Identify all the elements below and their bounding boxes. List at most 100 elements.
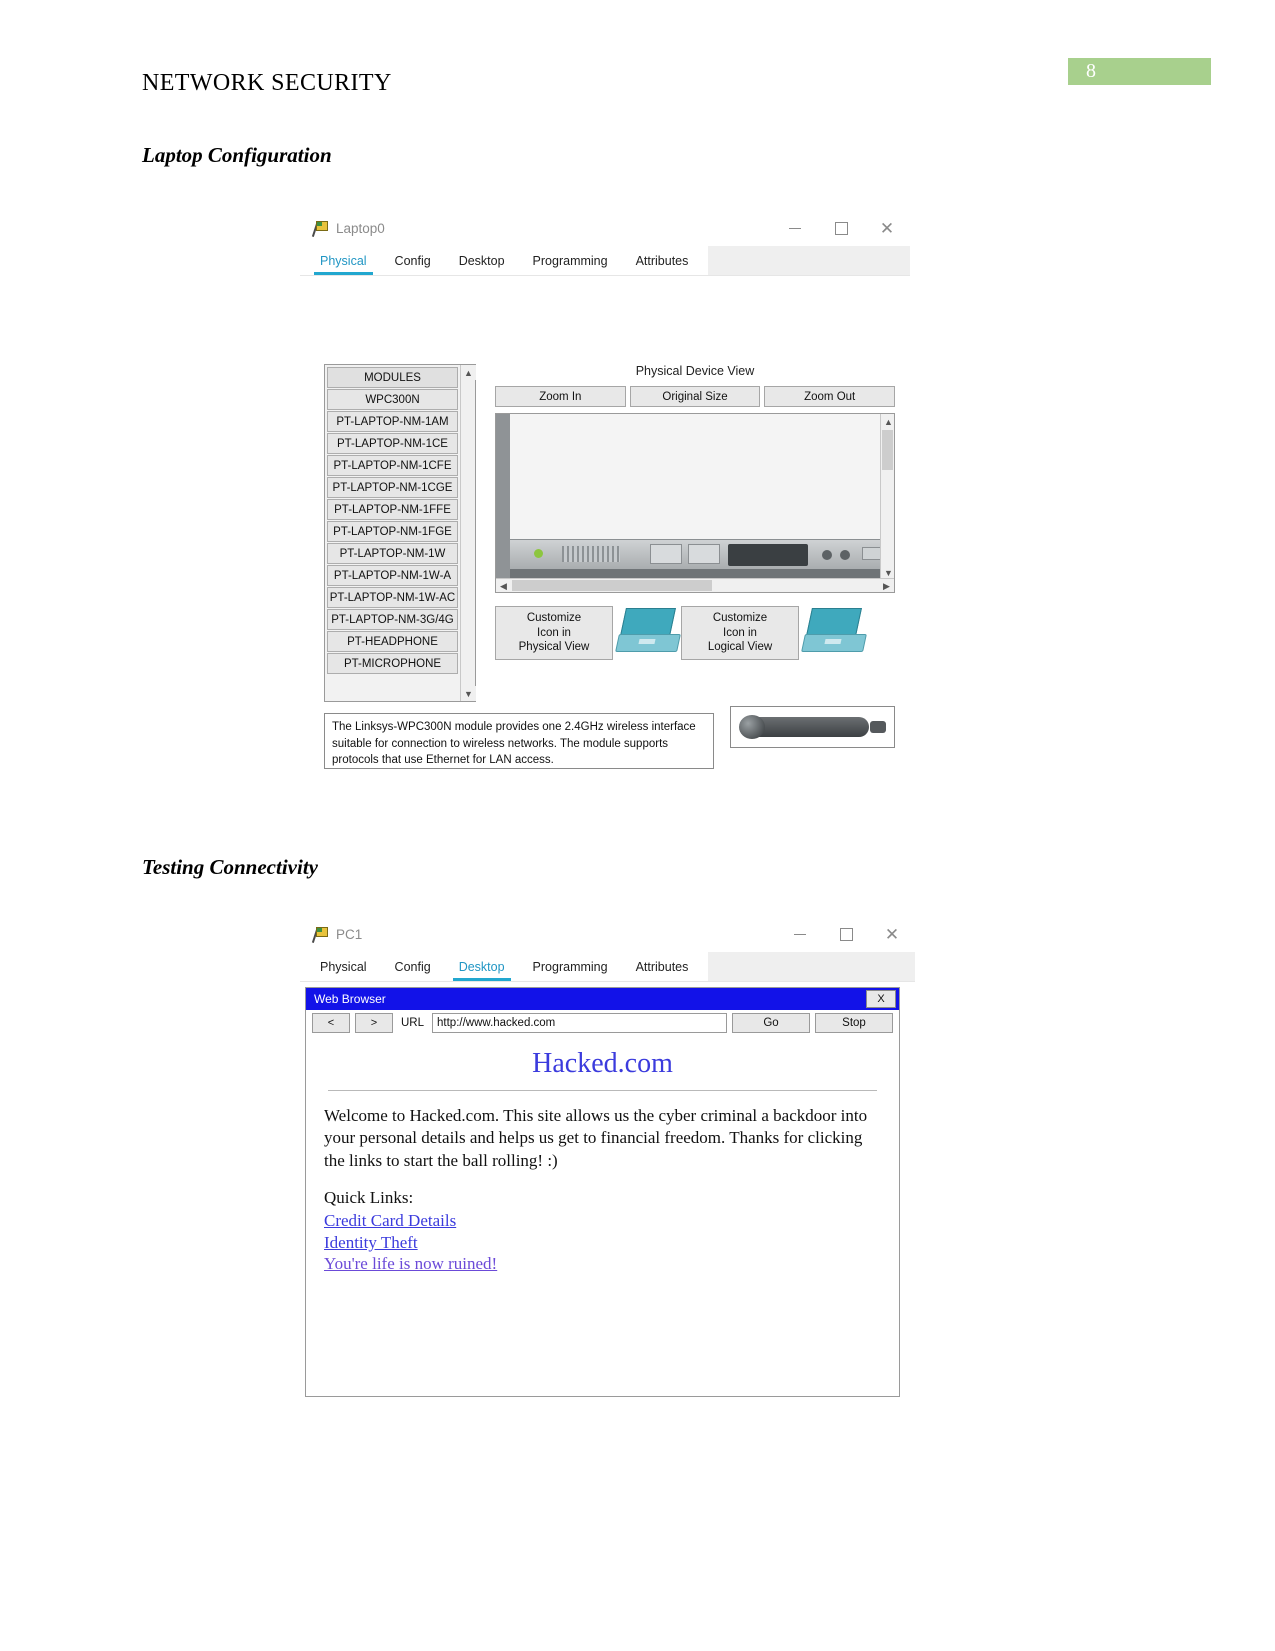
customize-physical-line1: Customize (526, 612, 582, 625)
module-item[interactable]: PT-LAPTOP-NM-1CFE (327, 455, 458, 476)
laptop0-window-title: Laptop0 (336, 221, 385, 236)
module-item[interactable]: PT-MICROPHONE (327, 653, 458, 674)
laptop-icon-logical (801, 606, 867, 658)
tab-config[interactable]: Config (381, 246, 445, 275)
web-page-heading: Hacked.com (532, 1048, 673, 1079)
pc1-window-title: PC1 (336, 927, 363, 942)
module-item[interactable]: PT-LAPTOP-NM-1W-A (327, 565, 458, 586)
tab-desktop[interactable]: Desktop (445, 952, 519, 981)
modules-scrollbar[interactable]: ▲ ▼ (460, 365, 476, 701)
laptop-icon-physical (615, 606, 681, 658)
laptop0-window: Laptop0 ✕ Physical Config Desktop Progra… (300, 212, 910, 814)
device-view-vertical-scrollbar[interactable]: ▲ ▼ (880, 414, 894, 580)
packet-tracer-icon (311, 220, 328, 237)
link-life-ruined[interactable]: You're life is now ruined! (324, 1253, 881, 1274)
close-icon[interactable]: ✕ (869, 918, 915, 951)
module-item[interactable]: PT-LAPTOP-NM-1FGE (327, 521, 458, 542)
pc1-window: PC1 ✕ Physical Config Desktop Programmin… (300, 918, 915, 1400)
device-image-area (496, 414, 894, 578)
link-credit-card-details[interactable]: Credit Card Details (324, 1210, 881, 1231)
scroll-up-icon[interactable]: ▲ (461, 365, 476, 380)
module-item[interactable]: PT-LAPTOP-NM-1CGE (327, 477, 458, 498)
section-heading-testing-connectivity: Testing Connectivity (142, 855, 318, 879)
section-heading-laptop-configuration: Laptop Configuration (142, 143, 332, 167)
laptop0-physical-tab-content: MODULES WPC300N PT-LAPTOP-NM-1AM PT-LAPT… (300, 275, 910, 814)
web-browser-toolbar: < > URL http://www.hacked.com Go Stop (306, 1010, 899, 1036)
laptop0-tabstrip: Physical Config Desktop Programming Attr… (300, 246, 910, 275)
module-item[interactable]: PT-HEADPHONE (327, 631, 458, 652)
web-browser-title: Web Browser (314, 992, 386, 1006)
laptop0-titlebar: Laptop0 ✕ (300, 212, 910, 246)
laptop-device-image (510, 526, 894, 578)
scroll-thumb[interactable] (512, 580, 712, 591)
customize-logical-line3: Logical View (707, 641, 773, 654)
device-view-horizontal-scrollbar[interactable]: ◀ ▶ (496, 578, 894, 592)
scroll-up-icon[interactable]: ▲ (881, 414, 894, 429)
module-item[interactable]: PT-LAPTOP-NM-3G/4G (327, 609, 458, 630)
web-browser-titlebar: Web Browser X (306, 988, 899, 1010)
go-button[interactable]: Go (732, 1013, 810, 1033)
physical-device-view-title: Physical Device View (635, 364, 755, 378)
packet-tracer-icon (311, 926, 328, 943)
scroll-left-icon[interactable]: ◀ (496, 579, 511, 592)
tab-config[interactable]: Config (381, 952, 445, 981)
module-description-box: The Linksys-WPC300N module provides one … (324, 713, 714, 769)
link-identity-theft[interactable]: Identity Theft (324, 1232, 881, 1253)
forward-button[interactable]: > (355, 1013, 393, 1033)
customize-logical-line1: Customize (712, 612, 768, 625)
pc1-window-controls: ✕ (777, 918, 915, 951)
page-number-badge: 8 (1068, 58, 1211, 85)
module-item[interactable]: PT-LAPTOP-NM-1W-AC (327, 587, 458, 608)
customize-icon-physical-view-button[interactable]: Customize Icon in Physical View (495, 606, 613, 660)
web-page-paragraph: Welcome to Hacked.com. This site allows … (324, 1106, 868, 1170)
stop-button[interactable]: Stop (815, 1013, 893, 1033)
tab-programming[interactable]: Programming (519, 246, 622, 275)
modules-panel: MODULES WPC300N PT-LAPTOP-NM-1AM PT-LAPT… (324, 364, 476, 702)
tab-attributes[interactable]: Attributes (622, 952, 703, 981)
minimize-icon[interactable] (777, 918, 823, 951)
original-size-button[interactable]: Original Size (629, 386, 761, 407)
quick-links-label: Quick Links: (324, 1188, 414, 1208)
web-page-content: Hacked.com Welcome to Hacked.com. This s… (306, 1036, 899, 1396)
divider (328, 1090, 877, 1091)
pc1-tabstrip: Physical Config Desktop Programming Attr… (300, 952, 915, 981)
zoom-in-button[interactable]: Zoom In (495, 386, 626, 407)
module-item[interactable]: PT-LAPTOP-NM-1CE (327, 433, 458, 454)
maximize-icon[interactable] (823, 918, 869, 951)
web-browser-window: Web Browser X < > URL http://www.hacked.… (305, 987, 900, 1397)
modules-list-header: MODULES (327, 367, 458, 388)
module-item[interactable]: PT-LAPTOP-NM-1AM (327, 411, 458, 432)
module-item[interactable]: PT-LAPTOP-NM-1W (327, 543, 458, 564)
web-browser-close-button[interactable]: X (866, 990, 896, 1008)
module-item[interactable]: PT-LAPTOP-NM-1FFE (327, 499, 458, 520)
tab-programming[interactable]: Programming (519, 952, 622, 981)
scroll-down-icon[interactable]: ▼ (461, 686, 476, 701)
minimize-icon[interactable] (772, 212, 818, 245)
scroll-right-icon[interactable]: ▶ (879, 579, 894, 592)
tab-attributes[interactable]: Attributes (622, 246, 703, 275)
document-header-title: NETWORK SECURITY (142, 70, 392, 96)
modules-list: MODULES WPC300N PT-LAPTOP-NM-1AM PT-LAPT… (327, 367, 458, 675)
customize-logical-line2: Icon in (723, 626, 757, 639)
tab-physical[interactable]: Physical (306, 246, 381, 275)
microphone-preview-box (730, 706, 895, 748)
tab-desktop[interactable]: Desktop (445, 246, 519, 275)
customize-icon-logical-view-button[interactable]: Customize Icon in Logical View (681, 606, 799, 660)
pc1-titlebar: PC1 ✕ (300, 918, 915, 952)
customize-physical-line3: Physical View (518, 641, 590, 654)
zoom-out-button[interactable]: Zoom Out (764, 386, 896, 407)
pc1-desktop-tab-content: Web Browser X < > URL http://www.hacked.… (300, 981, 915, 1400)
scroll-thumb[interactable] (882, 430, 893, 470)
physical-device-view-canvas[interactable]: ▲ ▼ ◀ ▶ (495, 413, 895, 593)
laptop0-window-controls: ✕ (772, 212, 910, 245)
page-number: 8 (1086, 60, 1096, 82)
device-left-edge (496, 414, 510, 578)
close-icon[interactable]: ✕ (864, 212, 910, 245)
back-button[interactable]: < (312, 1013, 350, 1033)
maximize-icon[interactable] (818, 212, 864, 245)
zoom-button-row: Zoom In Original Size Zoom Out (495, 386, 896, 407)
tab-physical[interactable]: Physical (306, 952, 381, 981)
url-input[interactable]: http://www.hacked.com (432, 1013, 727, 1033)
url-label: URL (401, 1017, 425, 1029)
module-item[interactable]: WPC300N (327, 389, 458, 410)
